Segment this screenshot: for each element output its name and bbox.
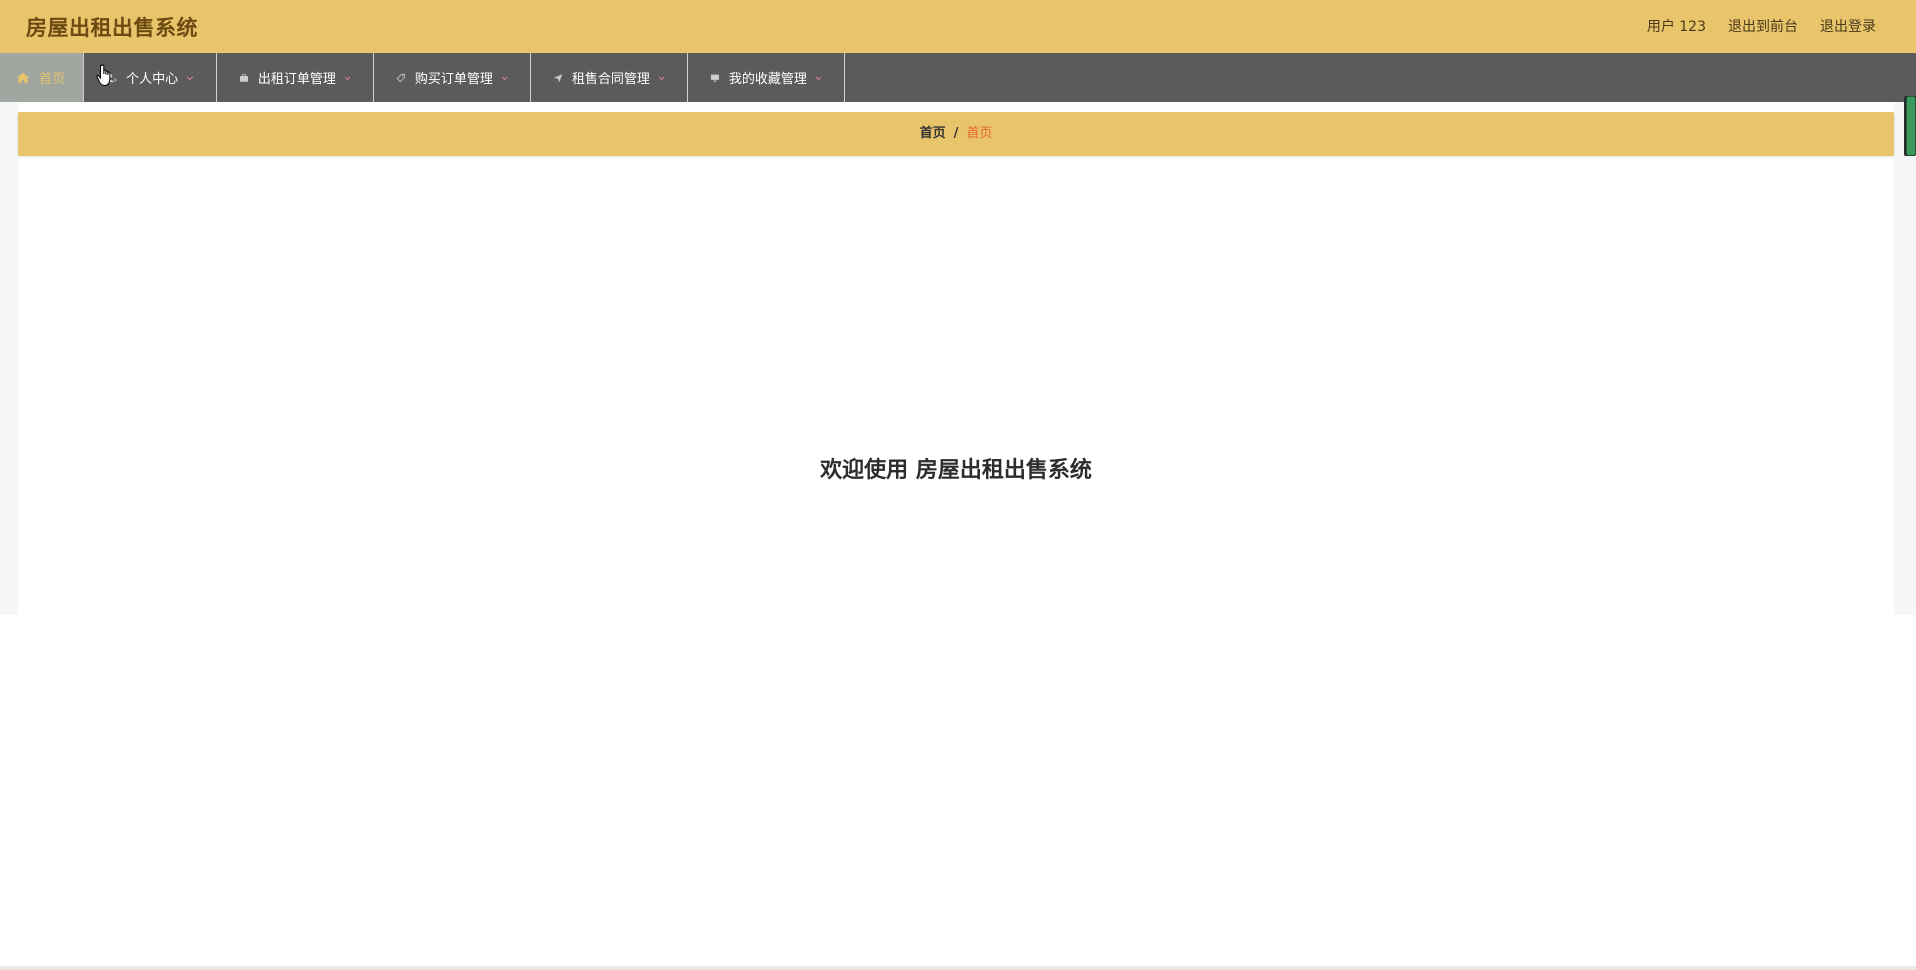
user-label[interactable]: 用户 123 — [1647, 16, 1706, 36]
breadcrumb-root[interactable]: 首页 — [920, 126, 946, 141]
nav-item-rental-orders[interactable]: 出租订单管理 — [217, 53, 374, 102]
nav-item-contracts[interactable]: 租售合同管理 — [531, 53, 688, 102]
chevron-down-icon — [501, 76, 508, 80]
main-nav: 首页 个人中心 出租订单管理 购买订单管理 租售合同管理 我的收藏管理 — [0, 53, 1916, 102]
briefcase-icon — [239, 73, 248, 82]
breadcrumb-current: 首页 — [966, 126, 993, 141]
top-header: 房屋出租出售系统 用户 123 退出到前台 退出登录 — [0, 0, 1916, 53]
nav-item-home[interactable]: 首页 — [0, 53, 84, 102]
right-gutter — [1894, 102, 1916, 615]
welcome-message: 欢迎使用 房屋出租出售系统 — [820, 458, 1092, 483]
bottom-edge — [0, 966, 1916, 970]
nav-item-label: 我的收藏管理 — [728, 72, 807, 87]
monitor-icon — [710, 74, 719, 82]
main-content: 欢迎使用 房屋出租出售系统 — [18, 164, 1894, 615]
nav-item-label: 购买订单管理 — [414, 72, 493, 87]
nav-item-label: 首页 — [39, 72, 66, 87]
logout-link[interactable]: 退出登录 — [1820, 16, 1876, 36]
chevron-down-icon — [186, 75, 194, 80]
nav-item-purchase-orders[interactable]: 购买订单管理 — [374, 53, 531, 102]
nav-item-label: 租售合同管理 — [571, 72, 650, 87]
header-links: 用户 123 退出到前台 退出登录 — [1647, 16, 1876, 36]
send-icon — [553, 73, 563, 82]
breadcrumb: 首页 / 首页 — [18, 112, 1894, 156]
scrollbar-thumb[interactable] — [1906, 96, 1916, 156]
home-icon — [16, 72, 30, 83]
front-link[interactable]: 退出到前台 — [1728, 16, 1798, 36]
app-title: 房屋出租出售系统 — [26, 16, 198, 40]
chevron-down-icon — [344, 76, 351, 80]
app-root: 房屋出租出售系统 用户 123 退出到前台 退出登录 首页 个人中心 出租订单管… — [0, 0, 1916, 970]
nav-item-favorites[interactable]: 我的收藏管理 — [688, 53, 845, 102]
chevron-down-icon — [815, 76, 822, 80]
breadcrumb-separator: / — [953, 126, 959, 141]
chevron-down-icon — [658, 76, 665, 80]
hand-cursor-icon — [96, 64, 111, 87]
nav-item-label: 个人中心 — [126, 72, 179, 87]
tag-icon — [396, 73, 406, 82]
left-gutter — [0, 102, 18, 615]
nav-item-label: 出租订单管理 — [257, 72, 336, 87]
